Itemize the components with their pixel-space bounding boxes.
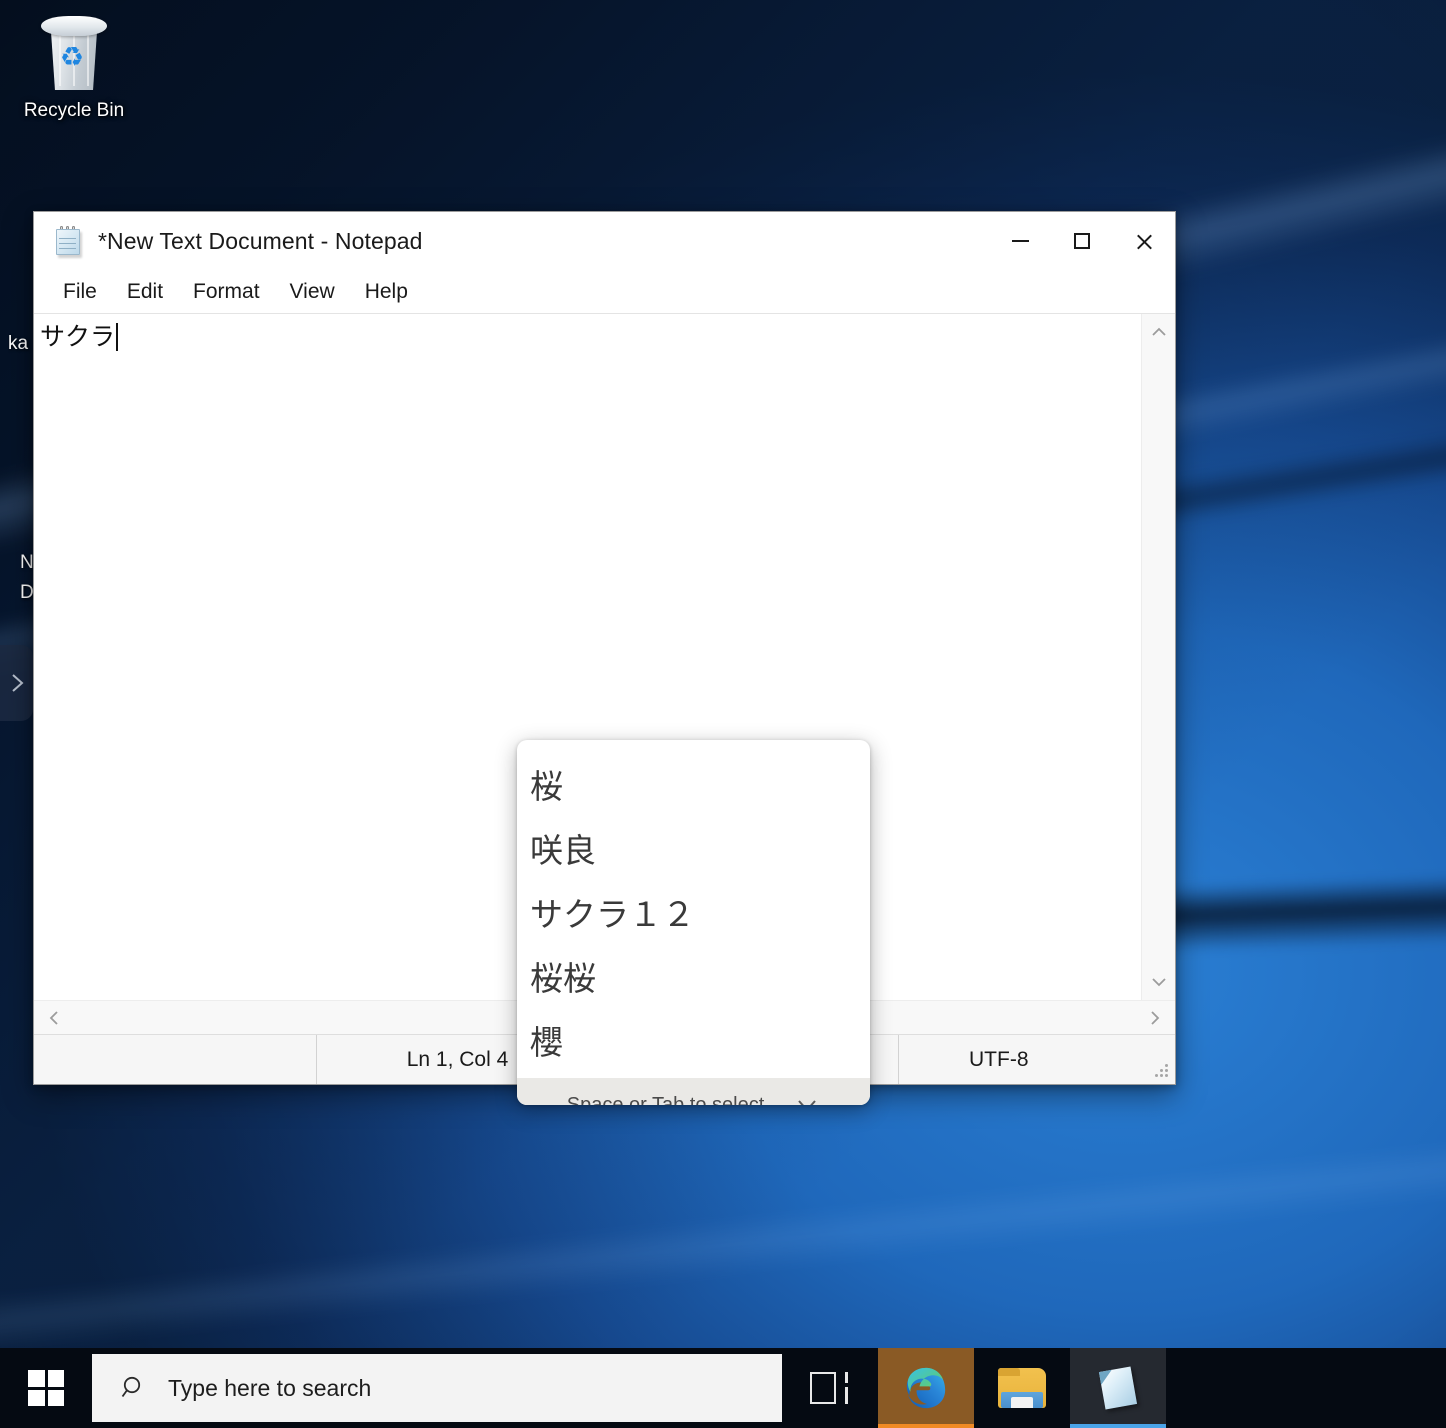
ime-hint-text: Space or Tab to select — [567, 1094, 765, 1106]
chevron-down-icon — [1149, 972, 1169, 992]
notepad-icon — [54, 225, 84, 257]
titlebar[interactable]: *New Text Document - Notepad — [34, 212, 1175, 270]
ime-expand-button[interactable] — [794, 1092, 820, 1105]
status-spacer — [34, 1035, 316, 1084]
taskbar-button-notepad[interactable] — [1070, 1348, 1166, 1428]
chevron-up-icon — [1149, 322, 1169, 342]
status-encoding: UTF-8 — [898, 1035, 1098, 1084]
ime-candidate-list[interactable]: 桜 咲良 サクラ１２ 桜桜 櫻 — [517, 740, 870, 1078]
desktop[interactable]: ♻ Recycle Bin ka N D *New Text Document … — [0, 0, 1446, 1428]
minimize-button[interactable] — [989, 212, 1051, 270]
menu-item-file[interactable]: File — [50, 275, 110, 309]
windows-logo-icon — [28, 1370, 64, 1406]
recycle-bin-icon: ♻ — [37, 12, 111, 92]
menu-item-format[interactable]: Format — [180, 275, 273, 309]
side-panel-flyout-tab[interactable] — [0, 645, 33, 721]
search-input[interactable]: Type here to search — [92, 1354, 782, 1422]
window-title: *New Text Document - Notepad — [98, 228, 423, 255]
taskbar-button-file-explorer[interactable] — [974, 1348, 1070, 1428]
chevron-down-icon — [794, 1092, 820, 1105]
taskbar-button-microsoft-edge[interactable] — [878, 1348, 974, 1428]
taskbar-active-underline — [878, 1424, 974, 1428]
scroll-up-button[interactable] — [1149, 322, 1169, 342]
task-view-icon — [810, 1372, 850, 1404]
scroll-down-button[interactable] — [1149, 972, 1169, 992]
window-controls[interactable] — [989, 212, 1175, 270]
desktop-icon-label-clipped[interactable]: ka — [8, 333, 34, 355]
desktop-icon-recycle-bin[interactable]: ♻ Recycle Bin — [14, 12, 134, 123]
ime-candidate-item[interactable]: 咲良 — [517, 818, 870, 882]
search-placeholder: Type here to search — [168, 1375, 371, 1402]
ime-candidate-item[interactable]: 櫻 — [517, 1010, 870, 1074]
edge-icon — [903, 1365, 949, 1411]
search-icon — [120, 1374, 148, 1402]
menu-item-edit[interactable]: Edit — [114, 275, 176, 309]
ime-candidate-item[interactable]: 桜桜 — [517, 946, 870, 1010]
minimize-icon — [1012, 240, 1029, 242]
scroll-left-button[interactable] — [44, 1008, 64, 1028]
composition-text: サクラ — [40, 320, 115, 354]
close-icon — [1135, 232, 1154, 251]
menu-item-view[interactable]: View — [277, 275, 348, 309]
close-button[interactable] — [1113, 212, 1175, 270]
menu-item-help[interactable]: Help — [352, 275, 421, 309]
maximize-icon — [1074, 233, 1090, 249]
ime-footer: Space or Tab to select — [517, 1078, 870, 1105]
resize-grip-icon — [1155, 1064, 1169, 1078]
taskbar[interactable]: Type here to search — [0, 1348, 1446, 1428]
chevron-left-icon — [44, 1008, 64, 1028]
taskbar-active-underline — [1070, 1424, 1166, 1428]
resize-grip[interactable] — [1145, 1035, 1175, 1084]
vertical-scrollbar[interactable] — [1141, 314, 1175, 1000]
document-line: サクラ — [40, 320, 1137, 354]
notepad-icon — [1093, 1363, 1144, 1414]
ime-candidate-window[interactable]: 桜 咲良 サクラ１２ 桜桜 櫻 Space or Tab to select — [517, 740, 870, 1105]
maximize-button[interactable] — [1051, 212, 1113, 270]
chevron-right-icon — [8, 672, 26, 694]
start-button[interactable] — [0, 1348, 92, 1428]
menu-bar[interactable]: File Edit Format View Help — [34, 270, 1175, 314]
ime-candidate-item[interactable]: サクラ１２ — [517, 882, 870, 946]
folder-icon — [998, 1368, 1046, 1408]
ime-candidate-item[interactable]: 桜 — [517, 754, 870, 818]
desktop-icon-label: Recycle Bin — [14, 100, 134, 123]
scroll-right-button[interactable] — [1145, 1008, 1165, 1028]
chevron-right-icon — [1145, 1008, 1165, 1028]
taskbar-button-task-view[interactable] — [782, 1348, 878, 1428]
text-caret — [116, 323, 118, 351]
